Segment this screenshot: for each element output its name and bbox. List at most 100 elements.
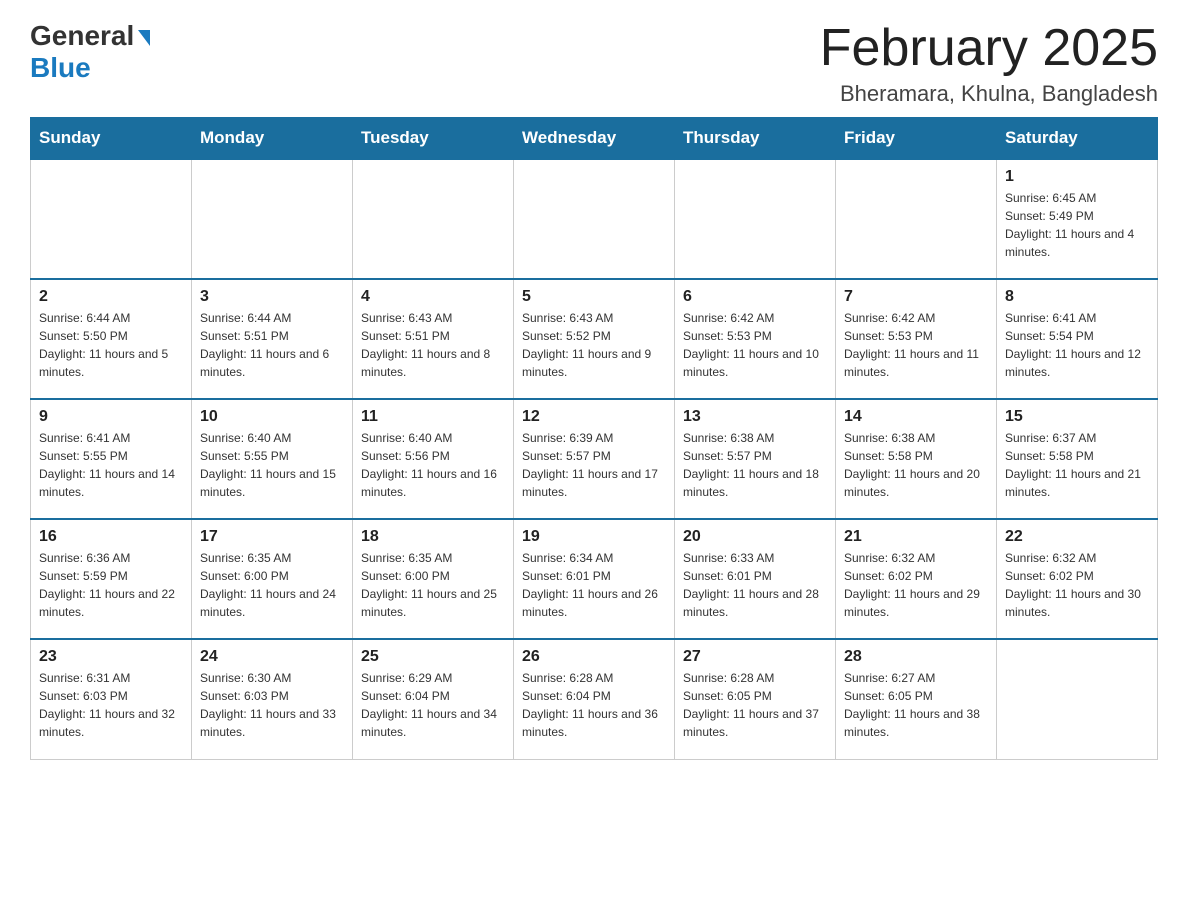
weekday-header-row: SundayMondayTuesdayWednesdayThursdayFrid… [31,118,1158,160]
day-number: 18 [361,528,505,546]
day-info: Sunrise: 6:35 AM Sunset: 6:00 PM Dayligh… [200,549,344,621]
day-number: 6 [683,288,827,306]
calendar-cell: 26 Sunrise: 6:28 AM Sunset: 6:04 PM Dayli… [514,639,675,759]
day-info: Sunrise: 6:32 AM Sunset: 6:02 PM Dayligh… [844,549,988,621]
day-info: Sunrise: 6:30 AM Sunset: 6:03 PM Dayligh… [200,669,344,741]
day-info: Sunrise: 6:33 AM Sunset: 6:01 PM Dayligh… [683,549,827,621]
day-number: 2 [39,288,183,306]
day-info: Sunrise: 6:38 AM Sunset: 5:58 PM Dayligh… [844,429,988,501]
weekday-header-saturday: Saturday [997,118,1158,160]
weekday-header-tuesday: Tuesday [353,118,514,160]
month-title: February 2025 [820,20,1158,77]
day-info: Sunrise: 6:32 AM Sunset: 6:02 PM Dayligh… [1005,549,1149,621]
day-number: 19 [522,528,666,546]
calendar-cell: 12 Sunrise: 6:39 AM Sunset: 5:57 PM Dayli… [514,399,675,519]
day-number: 1 [1005,168,1149,186]
calendar-cell: 8Sunrise: 6:41 AM Sunset: 5:54 PM Daylig… [997,279,1158,399]
day-number: 27 [683,648,827,666]
calendar-week-4: 16Sunrise: 6:36 AM Sunset: 5:59 PM Dayli… [31,519,1158,639]
calendar-cell [353,159,514,279]
day-info: Sunrise: 6:43 AM Sunset: 5:52 PM Dayligh… [522,309,666,381]
day-info: Sunrise: 6:42 AM Sunset: 5:53 PM Dayligh… [844,309,988,381]
day-info: Sunrise: 6:40 AM Sunset: 5:56 PM Dayligh… [361,429,505,501]
calendar-week-2: 2 Sunrise: 6:44 AM Sunset: 5:50 PM Daylig… [31,279,1158,399]
day-info: Sunrise: 6:39 AM Sunset: 5:57 PM Dayligh… [522,429,666,501]
day-info: Sunrise: 6:43 AM Sunset: 5:51 PM Dayligh… [361,309,505,381]
calendar-cell: 14Sunrise: 6:38 AM Sunset: 5:58 PM Dayli… [836,399,997,519]
day-number: 20 [683,528,827,546]
logo-triangle-icon [138,30,150,46]
calendar-cell: 17 Sunrise: 6:35 AM Sunset: 6:00 PM Dayli… [192,519,353,639]
logo-general: General [30,20,134,52]
calendar-cell [514,159,675,279]
calendar-cell: 15Sunrise: 6:37 AM Sunset: 5:58 PM Dayli… [997,399,1158,519]
calendar-cell [836,159,997,279]
calendar-cell: 10Sunrise: 6:40 AM Sunset: 5:55 PM Dayli… [192,399,353,519]
day-info: Sunrise: 6:27 AM Sunset: 6:05 PM Dayligh… [844,669,988,741]
calendar-cell: 23 Sunrise: 6:31 AM Sunset: 6:03 PM Dayli… [31,639,192,759]
day-number: 21 [844,528,988,546]
day-info: Sunrise: 6:41 AM Sunset: 5:55 PM Dayligh… [39,429,183,501]
day-info: Sunrise: 6:36 AM Sunset: 5:59 PM Dayligh… [39,549,183,621]
calendar-cell: 3 Sunrise: 6:44 AM Sunset: 5:51 PM Daylig… [192,279,353,399]
day-number: 12 [522,408,666,426]
day-info: Sunrise: 6:28 AM Sunset: 6:04 PM Dayligh… [522,669,666,741]
calendar-week-1: 1Sunrise: 6:45 AM Sunset: 5:49 PM Daylig… [31,159,1158,279]
calendar-cell: 6 Sunrise: 6:42 AM Sunset: 5:53 PM Daylig… [675,279,836,399]
day-info: Sunrise: 6:34 AM Sunset: 6:01 PM Dayligh… [522,549,666,621]
weekday-header-wednesday: Wednesday [514,118,675,160]
day-number: 28 [844,648,988,666]
day-info: Sunrise: 6:41 AM Sunset: 5:54 PM Dayligh… [1005,309,1149,381]
day-number: 5 [522,288,666,306]
calendar-cell: 20 Sunrise: 6:33 AM Sunset: 6:01 PM Dayli… [675,519,836,639]
calendar-week-3: 9 Sunrise: 6:41 AM Sunset: 5:55 PM Daylig… [31,399,1158,519]
day-number: 9 [39,408,183,426]
calendar-cell [192,159,353,279]
day-info: Sunrise: 6:31 AM Sunset: 6:03 PM Dayligh… [39,669,183,741]
day-number: 3 [200,288,344,306]
calendar-cell: 4 Sunrise: 6:43 AM Sunset: 5:51 PM Daylig… [353,279,514,399]
weekday-header-thursday: Thursday [675,118,836,160]
day-number: 17 [200,528,344,546]
day-info: Sunrise: 6:42 AM Sunset: 5:53 PM Dayligh… [683,309,827,381]
calendar-cell: 2 Sunrise: 6:44 AM Sunset: 5:50 PM Daylig… [31,279,192,399]
day-info: Sunrise: 6:38 AM Sunset: 5:57 PM Dayligh… [683,429,827,501]
day-number: 4 [361,288,505,306]
calendar-cell: 9 Sunrise: 6:41 AM Sunset: 5:55 PM Daylig… [31,399,192,519]
calendar-cell: 1Sunrise: 6:45 AM Sunset: 5:49 PM Daylig… [997,159,1158,279]
calendar-cell: 21 Sunrise: 6:32 AM Sunset: 6:02 PM Dayli… [836,519,997,639]
calendar-cell: 22Sunrise: 6:32 AM Sunset: 6:02 PM Dayli… [997,519,1158,639]
calendar-cell: 7 Sunrise: 6:42 AM Sunset: 5:53 PM Daylig… [836,279,997,399]
calendar-cell: 18 Sunrise: 6:35 AM Sunset: 6:00 PM Dayli… [353,519,514,639]
day-info: Sunrise: 6:44 AM Sunset: 5:51 PM Dayligh… [200,309,344,381]
calendar-table: SundayMondayTuesdayWednesdayThursdayFrid… [30,117,1158,760]
calendar-cell [31,159,192,279]
weekday-header-sunday: Sunday [31,118,192,160]
day-number: 15 [1005,408,1149,426]
day-info: Sunrise: 6:44 AM Sunset: 5:50 PM Dayligh… [39,309,183,381]
day-number: 13 [683,408,827,426]
calendar-cell: 24 Sunrise: 6:30 AM Sunset: 6:03 PM Dayli… [192,639,353,759]
day-number: 25 [361,648,505,666]
day-number: 24 [200,648,344,666]
calendar-week-5: 23 Sunrise: 6:31 AM Sunset: 6:03 PM Dayli… [31,639,1158,759]
header: General Blue February 2025 Bheramara, Kh… [30,20,1158,107]
weekday-header-monday: Monday [192,118,353,160]
calendar-cell: 28 Sunrise: 6:27 AM Sunset: 6:05 PM Dayli… [836,639,997,759]
logo: General Blue [30,20,150,84]
calendar-cell: 5 Sunrise: 6:43 AM Sunset: 5:52 PM Daylig… [514,279,675,399]
location-title: Bheramara, Khulna, Bangladesh [820,81,1158,107]
calendar-cell: 25Sunrise: 6:29 AM Sunset: 6:04 PM Dayli… [353,639,514,759]
calendar-cell: 16Sunrise: 6:36 AM Sunset: 5:59 PM Dayli… [31,519,192,639]
calendar-cell: 11Sunrise: 6:40 AM Sunset: 5:56 PM Dayli… [353,399,514,519]
day-info: Sunrise: 6:35 AM Sunset: 6:00 PM Dayligh… [361,549,505,621]
title-area: February 2025 Bheramara, Khulna, Banglad… [820,20,1158,107]
day-number: 26 [522,648,666,666]
weekday-header-friday: Friday [836,118,997,160]
day-number: 23 [39,648,183,666]
day-number: 7 [844,288,988,306]
calendar-cell [675,159,836,279]
calendar-cell [997,639,1158,759]
day-info: Sunrise: 6:40 AM Sunset: 5:55 PM Dayligh… [200,429,344,501]
calendar-cell: 19 Sunrise: 6:34 AM Sunset: 6:01 PM Dayli… [514,519,675,639]
